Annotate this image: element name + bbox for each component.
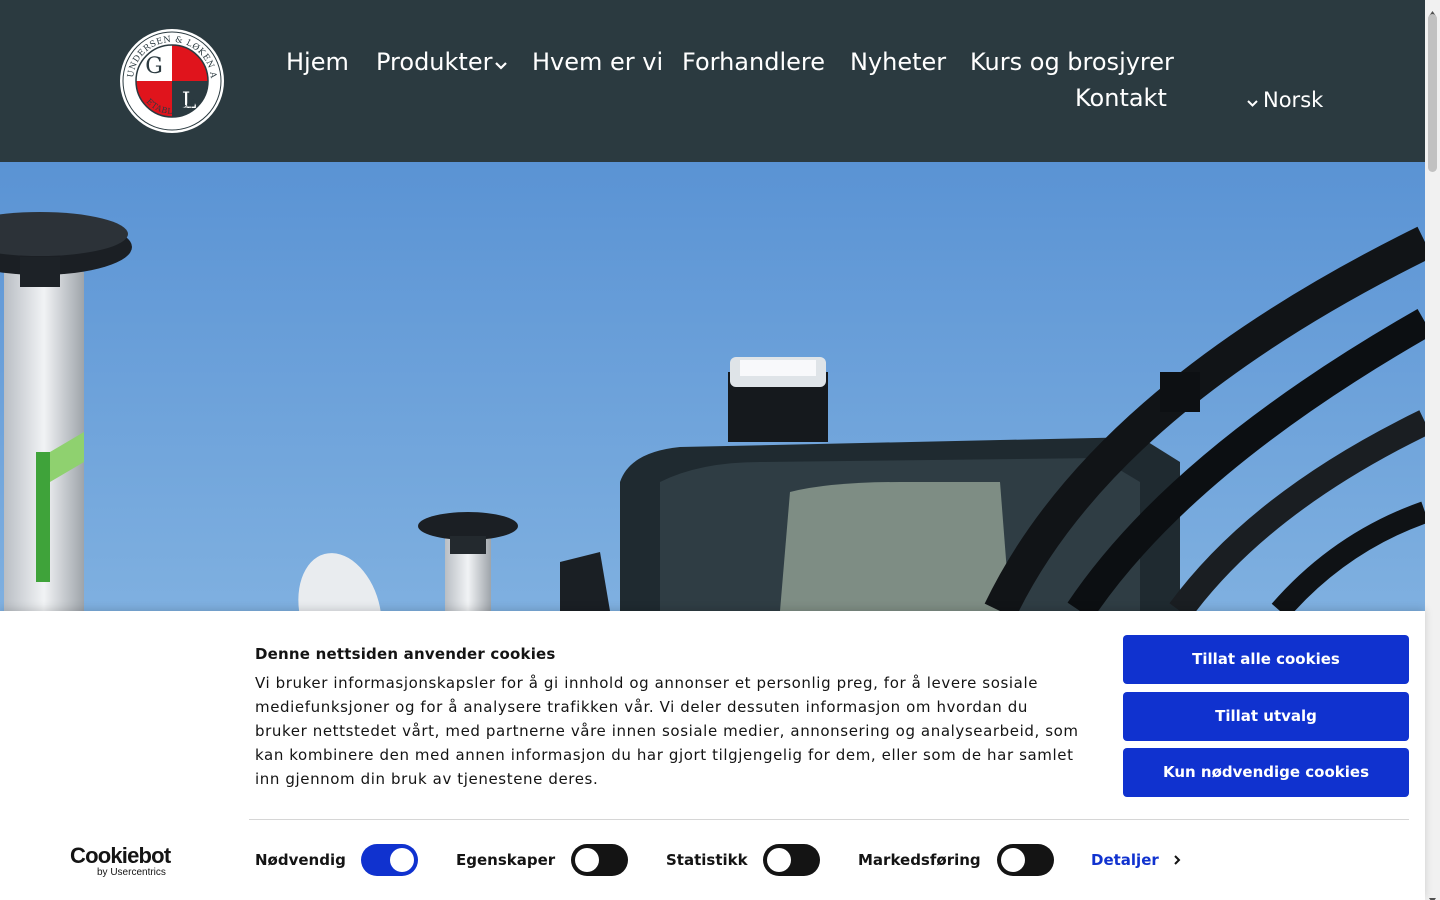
cookie-banner-divider xyxy=(249,819,1409,820)
necessary-only-button[interactable]: Kun nødvendige cookies xyxy=(1123,748,1409,797)
preferences-toggle[interactable] xyxy=(571,844,628,876)
consent-label-preferences: Egenskaper xyxy=(456,851,556,869)
chevron-down-icon xyxy=(494,48,508,78)
cookiebot-logo[interactable]: Cookiebot by Usercentrics xyxy=(70,843,174,879)
consent-label-necessary: Nødvendig xyxy=(255,851,346,869)
chevron-down-icon xyxy=(1246,87,1259,115)
consent-label-statistics: Statistikk xyxy=(666,851,748,869)
page-scrollbar[interactable] xyxy=(1425,0,1440,900)
hero-image xyxy=(0,162,1425,611)
nav-item-label: Produkter xyxy=(376,48,493,76)
nav-item-produkter[interactable]: Produkter xyxy=(376,47,508,78)
nav-item-kurs-og-brosjyrer[interactable]: Kurs og brosjyrer xyxy=(970,47,1174,77)
chevron-right-icon xyxy=(1173,852,1181,870)
main-nav: Hjem Produkter Hvem er vi Forhandlere Ny… xyxy=(0,0,1425,162)
consent-label-marketing: Markedsføring xyxy=(858,851,981,869)
cookiebot-sub: by Usercentrics xyxy=(97,867,166,878)
toggle-knob xyxy=(575,848,599,872)
cookie-banner-title: Denne nettsiden anvender cookies xyxy=(255,645,556,663)
toggle-knob xyxy=(1001,848,1025,872)
nav-item-kontakt[interactable]: Kontakt xyxy=(1075,83,1167,113)
cookie-consent-banner: Denne nettsiden anvender cookies Vi bruk… xyxy=(0,611,1425,900)
marketing-toggle[interactable] xyxy=(997,844,1054,876)
scroll-up-arrow-icon[interactable] xyxy=(1428,3,1437,16)
necessary-toggle[interactable] xyxy=(361,844,418,876)
nav-item-forhandlere[interactable]: Forhandlere xyxy=(682,47,825,77)
language-label: Norsk xyxy=(1263,88,1324,112)
nav-item-nyheter[interactable]: Nyheter xyxy=(850,47,946,77)
nav-item-hvem-er-vi[interactable]: Hvem er vi xyxy=(532,47,663,77)
details-link[interactable]: Detaljer xyxy=(1091,851,1181,870)
allow-selection-button[interactable]: Tillat utvalg xyxy=(1123,692,1409,741)
scroll-down-arrow-icon[interactable] xyxy=(1428,889,1437,900)
cookiebot-brand: Cookiebot xyxy=(70,843,171,868)
toggle-knob xyxy=(390,848,414,872)
scrollbar-thumb[interactable] xyxy=(1428,14,1437,172)
site-header: G L GUNDERSEN & LØKEN AS ETABL. 1899 Hje… xyxy=(0,0,1425,162)
details-link-label: Detaljer xyxy=(1091,851,1159,869)
nav-item-hjem[interactable]: Hjem xyxy=(286,47,349,77)
tractor-gps-photo-icon xyxy=(0,162,1425,611)
statistics-toggle[interactable] xyxy=(763,844,820,876)
language-selector[interactable]: Norsk xyxy=(1246,86,1323,115)
cookie-banner-text: Vi bruker informasjonskapsler for å gi i… xyxy=(255,674,1079,788)
allow-all-cookies-button[interactable]: Tillat alle cookies xyxy=(1123,635,1409,684)
toggle-knob xyxy=(767,848,791,872)
